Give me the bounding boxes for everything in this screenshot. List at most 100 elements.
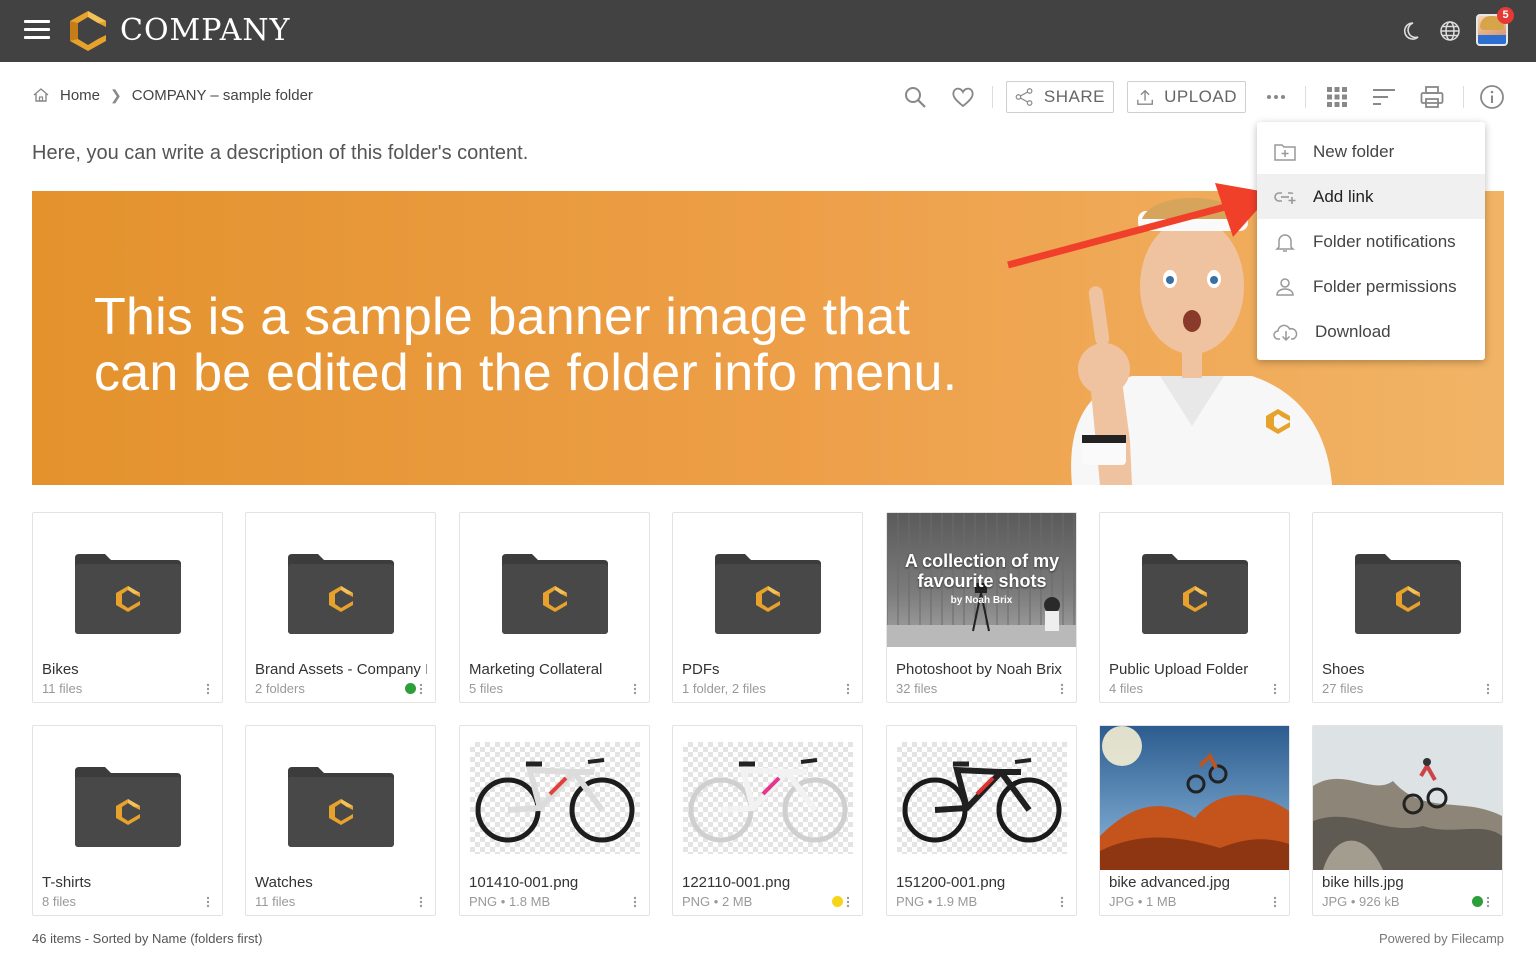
folder-card[interactable]: T-shirts 8 files xyxy=(32,725,223,916)
item-name[interactable]: Photoshoot by Noah Brix xyxy=(896,661,1068,678)
thumbnail[interactable] xyxy=(246,513,435,657)
folder-card[interactable]: Bikes 11 files xyxy=(32,512,223,703)
search-icon[interactable] xyxy=(902,84,928,110)
thumbnail[interactable] xyxy=(33,726,222,870)
menu-item-add-link[interactable]: Add link xyxy=(1257,174,1485,219)
item-more-icon[interactable] xyxy=(1060,683,1064,695)
item-more-icon[interactable] xyxy=(633,896,637,908)
thumbnail[interactable] xyxy=(673,726,862,870)
item-more-icon[interactable] xyxy=(419,896,423,908)
item-more-icon[interactable] xyxy=(206,896,210,908)
item-more-icon[interactable] xyxy=(1060,896,1064,908)
thumbnail[interactable] xyxy=(460,513,649,657)
company-logo-icon[interactable] xyxy=(68,9,108,53)
folder-icon xyxy=(287,554,394,634)
bell-icon xyxy=(1275,233,1295,252)
item-meta: 27 files xyxy=(1322,681,1364,696)
menu-item-download[interactable]: Download xyxy=(1257,309,1485,354)
item-name[interactable]: Brand Assets - Company Im xyxy=(255,661,427,678)
thumbnail[interactable] xyxy=(673,513,862,657)
more-horizontal-icon[interactable] xyxy=(1263,84,1289,110)
menu-item-label: Folder permissions xyxy=(1313,276,1457,296)
top-bar: COMPANY 5 xyxy=(0,0,1536,62)
folder-card[interactable]: Public Upload Folder 4 files xyxy=(1099,512,1290,703)
menu-item-folder-permissions[interactable]: Folder permissions xyxy=(1257,264,1485,309)
breadcrumb-current[interactable]: COMPANY – sample folder xyxy=(132,87,313,104)
item-more-icon[interactable] xyxy=(846,896,850,908)
item-name[interactable]: Public Upload Folder xyxy=(1109,661,1281,678)
folder-card[interactable]: Marketing Collateral 5 files xyxy=(459,512,650,703)
thumbnail[interactable] xyxy=(1313,726,1502,870)
info-icon[interactable] xyxy=(1479,84,1505,110)
item-more-icon[interactable] xyxy=(633,683,637,695)
hamburger-menu-icon[interactable] xyxy=(24,20,50,42)
item-name[interactable]: bike hills.jpg xyxy=(1322,874,1494,891)
item-more-icon[interactable] xyxy=(1273,683,1277,695)
folder-card[interactable]: Shoes 27 files xyxy=(1312,512,1503,703)
folder-card[interactable]: Watches 11 files xyxy=(245,725,436,916)
item-meta: 5 files xyxy=(469,681,503,696)
file-card[interactable]: 101410-001.png PNG • 1.8 MB xyxy=(459,725,650,916)
thumbnail[interactable]: A collection of my favourite shots by No… xyxy=(887,513,1076,657)
item-name[interactable]: T-shirts xyxy=(42,874,214,891)
menu-item-label: Folder notifications xyxy=(1313,231,1456,251)
status-dot xyxy=(1472,896,1483,907)
print-icon[interactable] xyxy=(1419,84,1445,110)
menu-item-label: Add link xyxy=(1313,186,1374,206)
folder-card[interactable]: PDFs 1 folder, 2 files xyxy=(672,512,863,703)
thumbnail[interactable] xyxy=(1100,726,1289,870)
item-name[interactable]: bike advanced.jpg xyxy=(1109,874,1281,891)
more-actions-menu: New folder Add link Folder notifications… xyxy=(1257,122,1485,360)
item-meta: 4 files xyxy=(1109,681,1143,696)
cover-subtitle: by Noah Brix xyxy=(950,595,1013,606)
file-card[interactable]: bike advanced.jpg JPG • 1 MB xyxy=(1099,725,1290,916)
banner-text: This is a sample banner image that can b… xyxy=(94,289,957,401)
breadcrumb: Home ❯ COMPANY – sample folder xyxy=(32,86,313,104)
file-card[interactable]: 122110-001.png PNG • 2 MB xyxy=(672,725,863,916)
item-meta: 11 files xyxy=(42,681,83,696)
toolbar-divider xyxy=(1305,86,1306,108)
item-name[interactable]: Watches xyxy=(255,874,427,891)
menu-item-folder-notifications[interactable]: Folder notifications xyxy=(1257,219,1485,264)
item-name[interactable]: Bikes xyxy=(42,661,214,678)
item-name[interactable]: 122110-001.png xyxy=(682,874,854,891)
folder-card[interactable]: Brand Assets - Company Im 2 folders xyxy=(245,512,436,703)
item-more-icon[interactable] xyxy=(846,683,850,695)
status-dot xyxy=(405,683,416,694)
item-more-icon[interactable] xyxy=(1486,683,1490,695)
item-more-icon[interactable] xyxy=(1273,896,1277,908)
thumbnail[interactable] xyxy=(460,726,649,870)
file-card[interactable]: 151200-001.png PNG • 1.9 MB xyxy=(886,725,1077,916)
breadcrumb-home[interactable]: Home xyxy=(60,87,100,104)
language-globe-icon[interactable] xyxy=(1438,19,1462,43)
folder-card[interactable]: A collection of my favourite shots by No… xyxy=(886,512,1077,703)
item-more-icon[interactable] xyxy=(206,683,210,695)
thumbnail[interactable] xyxy=(887,726,1076,870)
toolbar-divider xyxy=(1463,86,1464,108)
thumbnail[interactable] xyxy=(1100,513,1289,657)
item-meta: 32 files xyxy=(896,681,938,696)
dark-mode-moon-icon[interactable] xyxy=(1398,19,1422,43)
thumbnail[interactable] xyxy=(1313,513,1502,657)
item-more-icon[interactable] xyxy=(419,683,423,695)
favorite-heart-icon[interactable] xyxy=(950,84,976,110)
item-name[interactable]: 101410-001.png xyxy=(469,874,641,891)
share-button[interactable]: SHARE xyxy=(1006,81,1114,113)
menu-item-new-folder[interactable]: New folder xyxy=(1257,129,1485,174)
grid-view-icon[interactable] xyxy=(1324,84,1350,110)
upload-button[interactable]: UPLOAD xyxy=(1127,81,1246,113)
brand-name[interactable]: COMPANY xyxy=(120,13,290,48)
item-name[interactable]: Shoes xyxy=(1322,661,1494,678)
item-name[interactable]: Marketing Collateral xyxy=(469,661,641,678)
folder-icon xyxy=(74,554,181,634)
thumbnail[interactable] xyxy=(33,513,222,657)
item-name[interactable]: 151200-001.png xyxy=(896,874,1068,891)
file-card[interactable]: bike hills.jpg JPG • 926 kB xyxy=(1312,725,1503,916)
item-more-icon[interactable] xyxy=(1486,896,1490,908)
sort-icon[interactable] xyxy=(1371,84,1397,110)
powered-by[interactable]: Powered by Filecamp xyxy=(1379,931,1504,946)
thumbnail[interactable] xyxy=(246,726,435,870)
home-icon[interactable] xyxy=(32,86,50,104)
item-name[interactable]: PDFs xyxy=(682,661,854,678)
upload-icon xyxy=(1137,89,1153,105)
